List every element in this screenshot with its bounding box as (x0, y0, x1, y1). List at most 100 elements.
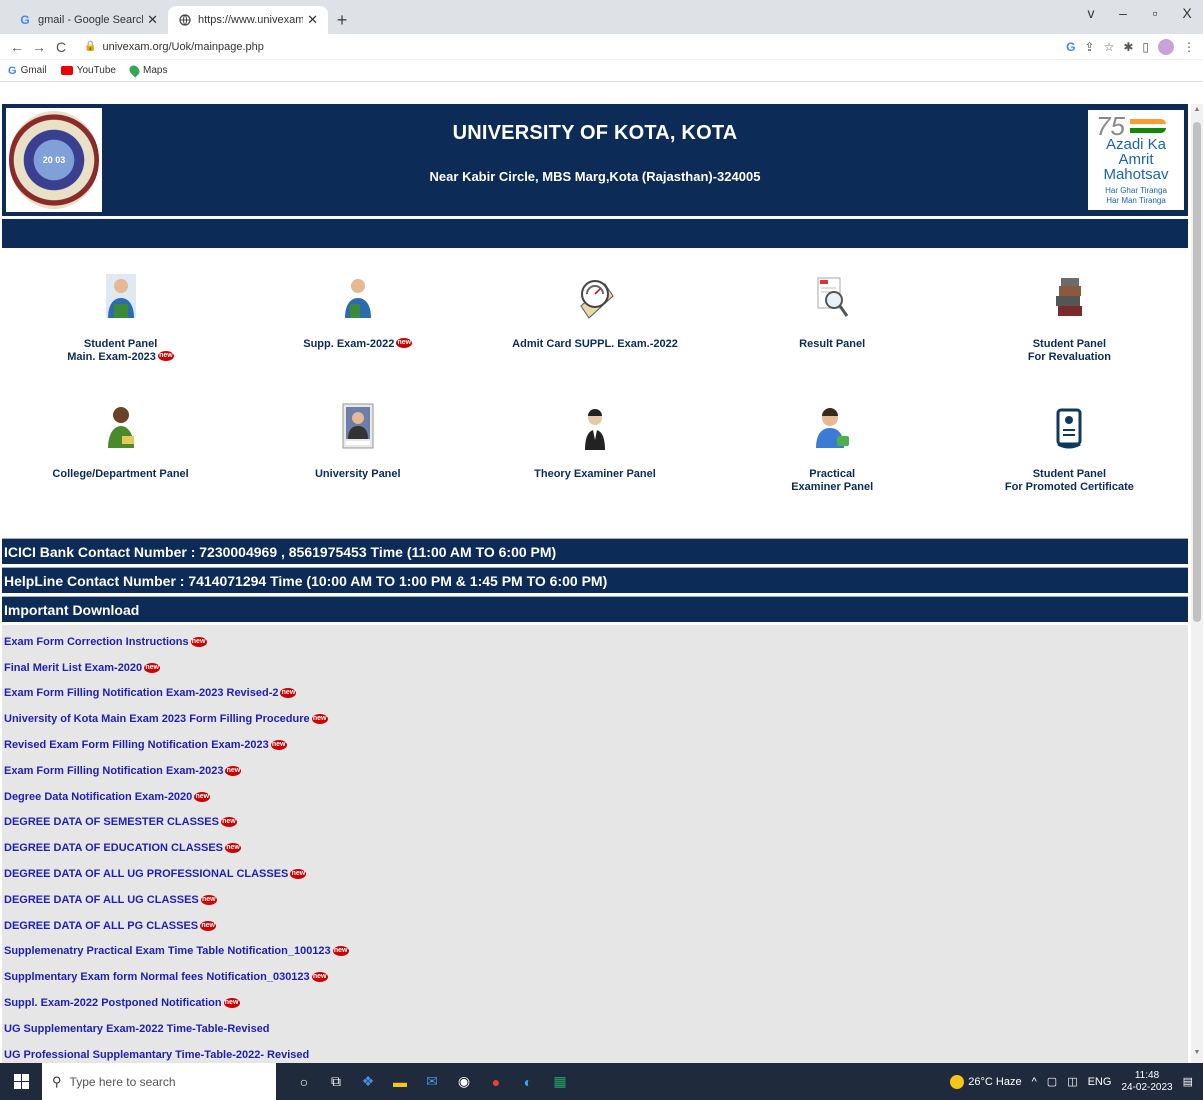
download-link[interactable]: Revised Exam Form Filling Notification E… (2, 732, 1188, 758)
taskbar-search[interactable]: ⚲ Type here to search (42, 1063, 276, 1100)
panel-result[interactable]: Result Panel (714, 268, 951, 398)
restore-button[interactable]: ▫ (1139, 0, 1171, 28)
download-link[interactable]: DEGREE DATA OF ALL UG CLASSES new (2, 887, 1188, 913)
bookmark-label: Maps (142, 65, 168, 76)
obs-icon[interactable]: ◉ (454, 1072, 474, 1092)
panel-practical-examiner[interactable]: Practical Examiner Panel (714, 398, 951, 528)
file-explorer-icon[interactable]: ▬ (390, 1072, 410, 1092)
star-icon[interactable]: ☆ (1104, 40, 1115, 54)
excel-icon[interactable]: ▦ (550, 1072, 570, 1092)
panel-label: Result Panel (799, 338, 866, 350)
windows-icon (13, 1074, 29, 1089)
azadi-line2: Amrit Mahotsav (1103, 150, 1169, 183)
download-link[interactable]: Final Merit List Exam-2020 new (2, 655, 1188, 681)
panel-label: Theory Examiner Panel (534, 468, 656, 480)
address-bar-row: ← → C 🔒 univexam.org/Uok/mainpage.php G … (0, 34, 1203, 60)
task-view-icon[interactable]: ⧉ (326, 1072, 346, 1092)
google-lens-icon[interactable]: G (1066, 40, 1075, 54)
new-badge-icon: new (223, 998, 240, 1009)
download-link[interactable]: DEGREE DATA OF EDUCATION CLASSES new (2, 835, 1188, 861)
share-icon[interactable]: ⇪ (1085, 40, 1095, 54)
reload-icon[interactable]: C (52, 39, 70, 55)
download-link[interactable]: Supplmentary Exam form Normal fees Notif… (2, 964, 1188, 990)
university-title: UNIVERSITY OF KOTA, KOTA (452, 122, 738, 144)
downloads-list: Exam Form Correction Instructions new Fin… (2, 625, 1188, 1063)
tab-gmail-search[interactable]: G gmail - Google Search ✕ (8, 6, 168, 34)
extensions-icon[interactable]: ✱ (1123, 40, 1133, 54)
download-link[interactable]: Supplemenatry Practical Exam Time Table … (2, 939, 1188, 965)
panel-student-promoted-certificate[interactable]: Student Panel For Promoted Certificate (951, 398, 1188, 528)
download-link[interactable]: DEGREE DATA OF SEMESTER CLASSES new (2, 810, 1188, 836)
nav-strip (2, 218, 1188, 248)
new-badge-icon: new (290, 869, 307, 880)
azadi-ka-amrit-mahotsav-logo: 75 Azadi Ka Amrit Mahotsav Har Ghar Tira… (1088, 110, 1184, 210)
menu-icon[interactable]: ⋮ (1183, 40, 1195, 54)
panel-student-main-exam[interactable]: Student Panel Main. Exam-2023 new (2, 268, 239, 398)
scroll-down-icon[interactable]: ▼ (1191, 1049, 1203, 1061)
weather-icon (950, 1074, 965, 1089)
download-link[interactable]: DEGREE DATA OF ALL UG PROFESSIONAL CLASS… (2, 861, 1188, 887)
clock[interactable]: 11:48 24-02-2023 (1121, 1070, 1172, 1094)
dropbox-icon[interactable]: ❖ (358, 1072, 378, 1092)
download-link[interactable]: UG Supplementary Exam-2022 Time-Table-Re… (2, 1016, 1188, 1042)
panel-supp-exam[interactable]: Supp. Exam-2022 new (239, 268, 476, 398)
bookmark-youtube[interactable]: YouTube (60, 65, 116, 76)
maps-icon (127, 63, 142, 78)
url-field[interactable]: 🔒 univexam.org/Uok/mainpage.php (74, 41, 1066, 53)
page-scrollbar[interactable]: ▲ ▼ (1191, 104, 1203, 1063)
tab-title: gmail - Google Search (38, 14, 144, 26)
tab-search-button[interactable]: v (1075, 0, 1107, 28)
cortana-icon[interactable]: ○ (294, 1072, 314, 1092)
panel-label: Supp. Exam-2022 new (303, 338, 413, 350)
new-badge-icon: new (194, 791, 211, 802)
download-link[interactable]: Suppl. Exam-2022 Postponed Notification n… (2, 990, 1188, 1016)
volume-icon[interactable]: ◫ (1067, 1075, 1077, 1088)
sidepanel-icon[interactable]: ▯ (1142, 40, 1149, 54)
site-header: 20 03 UNIVERSITY OF KOTA, KOTA Near Kabi… (2, 104, 1188, 216)
download-link[interactable]: Exam Form Correction Instructions new (2, 629, 1188, 655)
scroll-thumb[interactable] (1193, 122, 1201, 622)
notifications-icon[interactable]: ▤ (1183, 1075, 1193, 1088)
weather-widget[interactable]: 26°C Haze (950, 1074, 1022, 1089)
minimize-button[interactable]: – (1107, 0, 1139, 28)
download-link[interactable]: UG Professional Supplemantary Time-Table… (2, 1042, 1188, 1063)
panel-label: Student Panel Main. Exam-2023 new (67, 338, 174, 363)
scroll-up-icon[interactable]: ▲ (1191, 106, 1203, 118)
edge-icon[interactable]: ◐ (518, 1072, 538, 1092)
start-button[interactable] (0, 1074, 42, 1089)
language-indicator[interactable]: ENG (1088, 1076, 1112, 1088)
bookmark-maps[interactable]: Maps (127, 63, 168, 78)
tray-expand-icon[interactable]: ^ (1032, 1076, 1037, 1088)
certificate-icon (1048, 398, 1090, 450)
download-link[interactable]: DEGREE DATA OF ALL PG CLASSES new (2, 913, 1188, 939)
back-icon[interactable]: ← (8, 39, 26, 55)
forward-icon[interactable]: → (30, 39, 48, 55)
bookmark-label: Gmail (20, 65, 47, 76)
tab-univexam[interactable]: https://www.univexam.org/Uok/ ✕ (168, 6, 328, 34)
new-badge-icon: new (225, 843, 241, 854)
close-icon[interactable]: ✕ (307, 12, 318, 28)
panel-student-revaluation[interactable]: Student Panel For Revaluation (951, 268, 1188, 398)
lock-icon[interactable]: 🔒 (84, 41, 96, 52)
close-icon[interactable]: ✕ (147, 12, 158, 28)
url-text: univexam.org/Uok/mainpage.php (102, 40, 264, 53)
close-window-button[interactable]: X (1171, 0, 1203, 28)
bookmark-gmail[interactable]: G Gmail (8, 65, 47, 77)
header-text: UNIVERSITY OF KOTA, KOTA Near Kabir Circ… (102, 122, 1088, 184)
chrome-icon[interactable]: ● (486, 1072, 506, 1092)
panel-university[interactable]: University Panel (239, 398, 476, 528)
download-link[interactable]: Degree Data Notification Exam-2020 new (2, 784, 1188, 810)
download-link[interactable]: University of Kota Main Exam 2023 Form F… (2, 706, 1188, 732)
download-link[interactable]: Exam Form Filling Notification Exam-2023… (2, 758, 1188, 784)
profile-avatar[interactable] (1158, 38, 1174, 55)
panel-admit-card[interactable]: Admit Card SUPPL. Exam.-2022 (476, 268, 713, 398)
panel-college-department[interactable]: College/Department Panel (2, 398, 239, 528)
important-download-heading: Important Download (2, 596, 1188, 622)
network-icon[interactable]: ▢ (1047, 1075, 1057, 1088)
mail-icon[interactable]: ✉ (422, 1072, 442, 1092)
download-link[interactable]: Exam Form Filling Notification Exam-2023… (2, 681, 1188, 707)
admit-card-icon (574, 268, 616, 320)
new-tab-button[interactable]: + (328, 6, 356, 34)
panel-theory-examiner[interactable]: Theory Examiner Panel (476, 398, 713, 528)
panel-grid: Student Panel Main. Exam-2023 new Supp. Ex… (2, 248, 1188, 538)
